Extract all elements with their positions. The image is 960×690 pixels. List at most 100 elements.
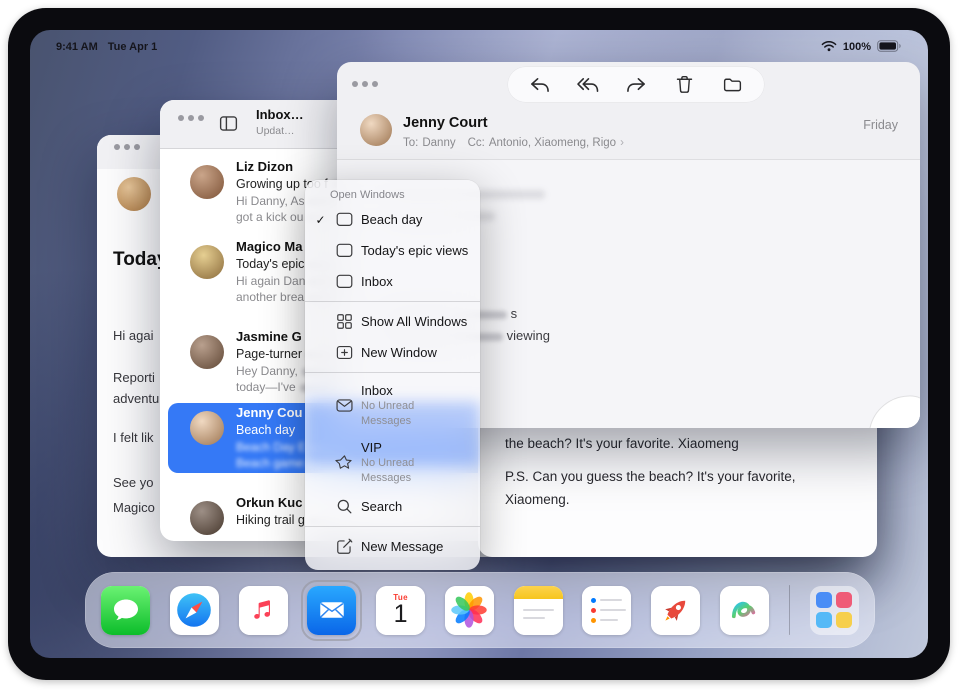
email-preview: another brea — [236, 290, 304, 304]
message-sender: Jenny Court — [403, 115, 488, 131]
window-icon — [334, 272, 355, 291]
battery-icon — [877, 40, 902, 55]
mailbox-title: Inbox… — [256, 107, 304, 122]
ipad-device-frame: 9:41 AM Tue Apr 1 100% Today Hi agai Rep… — [8, 8, 950, 680]
music-app-icon[interactable] — [239, 586, 288, 635]
menu-item-new-message[interactable]: New Message — [305, 531, 480, 562]
dock-divider — [789, 585, 791, 635]
safari-app-icon[interactable] — [170, 586, 219, 635]
message-text-line: the beach? It's your favorite. Xiaomeng — [505, 436, 739, 451]
avatar — [190, 501, 224, 535]
email-preview: got a kick ou — [236, 210, 303, 224]
email-subject: Beach day — [236, 423, 295, 437]
to-value: Danny — [422, 137, 455, 149]
avatar — [190, 165, 224, 199]
status-date: Tue Apr 1 — [108, 41, 158, 53]
message-toolbar — [508, 67, 764, 102]
email-subject: Page-turner — [236, 347, 302, 361]
new-window-icon — [334, 343, 355, 362]
app-library-icon[interactable] — [810, 586, 859, 635]
checkmark-icon: ✓ — [313, 213, 328, 227]
reminders-app-icon[interactable] — [582, 586, 631, 635]
menu-item-beach-day[interactable]: ✓ Beach day — [305, 204, 480, 235]
message-text-fragment: s — [511, 306, 518, 321]
avatar — [190, 245, 224, 279]
screen-wallpaper: 9:41 AM Tue Apr 1 100% Today Hi agai Rep… — [30, 30, 928, 658]
window-controls-button[interactable] — [352, 81, 378, 87]
message-date: Friday — [863, 118, 898, 132]
cc-label: Cc: — [468, 137, 485, 149]
message-text-line: adventu — [113, 391, 159, 406]
message-text-fragment: viewing — [507, 328, 550, 343]
menu-divider — [305, 526, 480, 527]
email-preview: Hi again Dan — [236, 274, 305, 288]
chevron-right-icon: › — [620, 137, 624, 149]
sidebar-toggle-icon[interactable] — [218, 113, 239, 139]
reply-all-button[interactable] — [573, 70, 603, 100]
battery-percent: 100% — [843, 41, 871, 53]
email-preview: Beach Day E — [236, 440, 306, 454]
email-sender: Jenny Cou — [236, 405, 302, 420]
avatar — [117, 177, 151, 211]
vip-star-icon — [334, 453, 355, 472]
search-icon — [334, 497, 355, 516]
email-subject: Hiking trail g — [236, 513, 305, 527]
folder-button[interactable] — [717, 70, 747, 100]
email-sender: Jasmine G — [236, 329, 302, 344]
wifi-icon — [821, 40, 837, 55]
calendar-day: 1 — [394, 602, 408, 627]
window-controls-button[interactable] — [114, 144, 140, 150]
reply-button[interactable] — [525, 70, 555, 100]
menu-item-inbox-window[interactable]: Inbox — [305, 266, 480, 297]
email-preview: Beach game — [236, 456, 303, 470]
menu-header: Open Windows — [305, 180, 480, 204]
dock: Tue1 — [85, 572, 875, 648]
window-controls-button[interactable] — [178, 115, 204, 121]
trash-button[interactable] — [669, 70, 699, 100]
avatar — [190, 335, 224, 369]
email-subject: Today's epic — [236, 257, 304, 271]
photos-app-icon[interactable] — [445, 586, 494, 635]
calendar-app-icon[interactable]: Tue1 — [376, 586, 425, 635]
message-text-line: P.S. Can you guess the beach? It's your … — [505, 469, 796, 484]
menu-item-inbox-mailbox[interactable]: Inbox No Unread Messages — [305, 377, 480, 434]
notes-app-icon[interactable] — [514, 586, 563, 635]
status-bar: 9:41 AM Tue Apr 1 100% — [30, 39, 928, 55]
menu-divider — [305, 301, 480, 302]
email-sender: Magico Ma — [236, 239, 302, 254]
email-sender: Orkun Kuc — [236, 495, 302, 510]
message-text-line: Magico — [113, 500, 155, 515]
mailbox-status: Updat… — [256, 125, 295, 137]
message-text-line: I felt lik — [113, 430, 153, 445]
message-text-line: Xiaomeng. — [505, 492, 570, 507]
messages-app-icon[interactable] — [101, 586, 150, 635]
email-sender: Liz Dizon — [236, 159, 293, 174]
menu-item-show-all-windows[interactable]: Show All Windows — [305, 306, 480, 337]
menu-item-vip[interactable]: VIP No Unread Messages — [305, 434, 480, 491]
to-label: To: — [403, 137, 418, 149]
message-text-line: See yo — [113, 475, 153, 490]
open-windows-menu: Open Windows ✓ Beach day Today's epic vi… — [305, 180, 480, 570]
email-preview: Hey Danny, — [236, 364, 298, 378]
freeform-app-icon[interactable] — [720, 586, 769, 635]
menu-divider — [305, 372, 480, 373]
compose-icon — [334, 537, 355, 556]
inbox-envelope-icon — [334, 396, 355, 415]
status-time: 9:41 AM — [56, 41, 98, 53]
window-icon — [334, 241, 355, 260]
message-text-line: Hi agai — [113, 328, 153, 343]
message-text-line: Reporti — [113, 370, 155, 385]
rocket-app-icon[interactable] — [651, 586, 700, 635]
email-preview: Hi Danny, As — [236, 194, 304, 208]
mail-app-icon[interactable] — [307, 586, 356, 635]
recipients-row[interactable]: To: Danny Cc: Antonio, Xiaomeng, Rigo › — [403, 137, 628, 149]
forward-button[interactable] — [621, 70, 651, 100]
avatar — [190, 411, 224, 445]
email-preview: today—I've — [236, 380, 296, 394]
menu-item-todays-epic-views[interactable]: Today's epic views — [305, 235, 480, 266]
cc-value: Antonio, Xiaomeng, Rigo — [489, 137, 616, 149]
grid-icon — [334, 312, 355, 331]
menu-item-search[interactable]: Search — [305, 491, 480, 522]
menu-item-new-window[interactable]: New Window — [305, 337, 480, 368]
window-resize-curl-handle[interactable] — [868, 384, 920, 428]
